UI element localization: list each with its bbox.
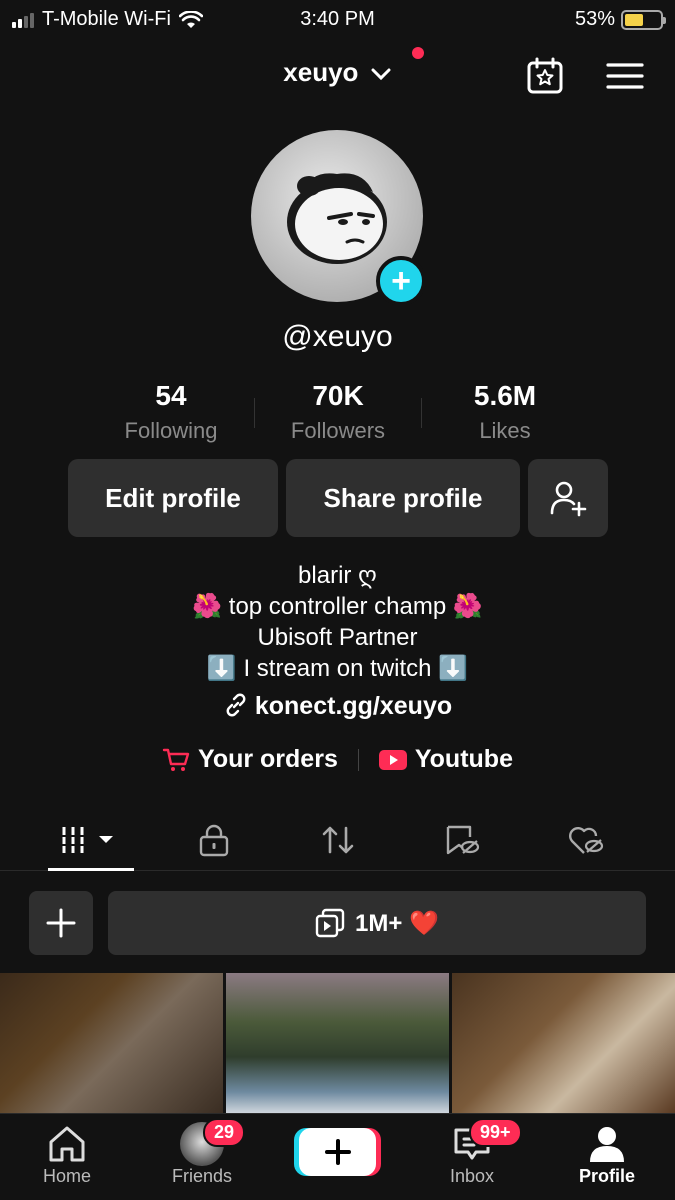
bio-line: Ubisoft Partner xyxy=(257,624,418,651)
new-collection-button[interactable] xyxy=(29,891,93,955)
add-avatar-button[interactable]: + xyxy=(376,256,426,306)
bookmark-hidden-icon xyxy=(446,825,480,855)
add-friends-button[interactable] xyxy=(528,459,608,537)
add-user-icon xyxy=(550,481,587,517)
account-switcher[interactable]: xeuyo xyxy=(0,57,675,88)
link-text: konect.gg/xeuyo xyxy=(254,692,453,720)
friends-badge: 29 xyxy=(203,1118,246,1147)
battery-percent: 53% xyxy=(574,8,615,30)
profile-icon xyxy=(590,1127,624,1162)
home-icon xyxy=(49,1126,85,1162)
video-thumbnail[interactable] xyxy=(0,973,223,1113)
tab-private[interactable] xyxy=(171,815,257,865)
bio-line: blarir ღ xyxy=(298,562,377,589)
chevron-down-icon xyxy=(371,68,391,81)
inbox-badge: 99+ xyxy=(469,1118,522,1147)
bio-line: ⬇️ I stream on twitch ⬇️ xyxy=(206,655,469,682)
menu-icon[interactable] xyxy=(606,57,644,95)
nav-friends[interactable]: Friends 29 xyxy=(147,1118,257,1187)
youtube-icon xyxy=(378,749,407,770)
stat-label: Following xyxy=(124,418,218,443)
stat-value: 54 xyxy=(155,380,187,411)
stat-followers[interactable]: 70K Followers xyxy=(255,380,421,450)
notification-dot xyxy=(412,47,424,59)
profile-handle: @xeuyo xyxy=(282,320,393,353)
lock-icon xyxy=(199,824,229,857)
heart-hidden-icon xyxy=(569,827,604,854)
share-profile-button[interactable]: Share profile xyxy=(286,459,520,537)
collection-button[interactable]: 1M+ ❤️ xyxy=(108,891,646,955)
profile-header: xeuyo xyxy=(0,45,675,105)
youtube-label: Youtube xyxy=(414,745,513,773)
video-thumbnail[interactable] xyxy=(452,973,675,1113)
stat-value: 5.6M xyxy=(473,380,537,411)
plus-icon xyxy=(324,1139,351,1165)
video-thumbnail[interactable] xyxy=(226,973,449,1113)
nav-label: Home xyxy=(42,1166,91,1186)
calendar-star-icon[interactable] xyxy=(526,57,564,95)
stat-label: Likes xyxy=(479,418,531,443)
status-bar: T-Mobile Wi-Fi 3:40 PM 53% xyxy=(0,0,675,40)
tab-favorites[interactable] xyxy=(419,815,505,865)
cart-icon xyxy=(162,748,190,771)
link-icon xyxy=(226,693,246,717)
nav-inbox[interactable]: Inbox 99+ xyxy=(417,1118,527,1187)
content-tabs xyxy=(0,805,675,871)
playlist-icon xyxy=(315,908,345,938)
stat-likes[interactable]: 5.6M Likes xyxy=(422,380,588,450)
edit-profile-button[interactable]: Edit profile xyxy=(68,459,278,537)
extras-divider xyxy=(357,748,359,771)
nav-profile[interactable]: Profile xyxy=(552,1122,662,1187)
your-orders-link[interactable]: Your orders xyxy=(162,745,338,774)
clock: 3:40 PM xyxy=(300,8,375,30)
create-button[interactable] xyxy=(299,1128,376,1176)
video-grid xyxy=(0,973,675,1113)
grid-dropdown-icon xyxy=(61,827,113,853)
profile-stats: 54 Following 70K Followers 5.6M Likes xyxy=(88,380,588,450)
bio-line: 🌺 top controller champ 🌺 xyxy=(192,593,483,620)
plus-icon xyxy=(46,908,76,938)
nav-label: Profile xyxy=(578,1166,635,1186)
status-right: 53% xyxy=(574,8,666,31)
nav-label: Inbox xyxy=(449,1166,495,1186)
repost-icon xyxy=(322,826,354,854)
header-username: xeuyo xyxy=(283,57,359,87)
profile-extras: Your orders Youtube xyxy=(0,745,675,774)
your-orders-label: Your orders xyxy=(198,745,338,773)
stat-value: 70K xyxy=(312,380,364,411)
youtube-link[interactable]: Youtube xyxy=(378,745,513,774)
tab-liked[interactable] xyxy=(543,815,629,865)
collection-label: 1M+ ❤️ xyxy=(355,909,439,937)
stat-following[interactable]: 54 Following xyxy=(88,380,254,450)
profile-bio: blarir ღ 🌺 top controller champ 🌺 Ubisof… xyxy=(0,560,675,684)
nav-label: Friends xyxy=(171,1166,233,1186)
battery-icon xyxy=(621,9,666,30)
nav-home[interactable]: Home xyxy=(12,1122,122,1187)
tab-videos[interactable] xyxy=(48,815,134,871)
tab-reposts[interactable] xyxy=(295,815,381,865)
bio-link[interactable]: konect.gg/xeuyo xyxy=(0,692,675,721)
stat-label: Followers xyxy=(290,418,386,443)
